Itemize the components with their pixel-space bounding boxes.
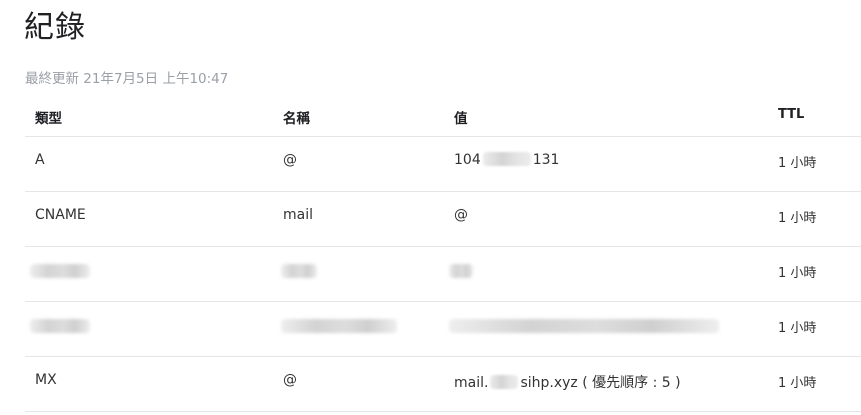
record-value: mail. sihp.xyz ( 優先順序 : 5 ) xyxy=(454,372,681,392)
redacted-blur xyxy=(490,375,519,389)
redacted-value xyxy=(449,264,473,278)
record-name: @ xyxy=(283,372,297,388)
redacted-type xyxy=(30,319,90,333)
table-row[interactable]: MX @ mail. sihp.xyz ( 優先順序 : 5 ) 1 小時 xyxy=(25,357,861,412)
column-header-value: 值 xyxy=(454,111,468,127)
record-value-prefix: mail. xyxy=(454,375,489,391)
table-row[interactable]: A @ 104 131 1 小時 xyxy=(25,137,861,192)
record-ttl: 1 小時 xyxy=(778,156,817,171)
redacted-name xyxy=(281,264,317,278)
column-header-ttl: TTL xyxy=(778,107,805,122)
redacted-name xyxy=(281,319,397,333)
redacted-type xyxy=(30,264,90,278)
record-ttl: 1 小時 xyxy=(778,211,817,226)
record-ttl: 1 小時 xyxy=(778,321,817,336)
table-header-row: 類型 名稱 值 TTL xyxy=(25,95,861,137)
record-value-suffix: sihp.xyz ( 優先順序 : 5 ) xyxy=(520,375,681,391)
column-header-type: 類型 xyxy=(35,111,62,127)
last-updated-text: 最終更新 21年7月5日 上午10:47 xyxy=(25,71,229,87)
record-type: A xyxy=(35,152,45,168)
record-value-prefix: 104 xyxy=(454,152,481,168)
table-row[interactable]: CNAME mail @ 1 小時 xyxy=(25,192,861,247)
redacted-value xyxy=(449,319,719,333)
record-value-suffix: 131 xyxy=(532,152,560,168)
record-value: 104 131 xyxy=(454,152,559,168)
column-header-name: 名稱 xyxy=(283,111,310,127)
record-name: mail xyxy=(283,207,313,223)
record-type: CNAME xyxy=(35,207,86,223)
record-ttl: 1 小時 xyxy=(778,376,817,391)
record-type: MX xyxy=(35,372,57,388)
redacted-blur xyxy=(482,152,531,166)
page-title: 紀錄 xyxy=(24,10,86,45)
table-row[interactable]: 1 小時 xyxy=(25,302,861,357)
dns-records-table: 類型 名稱 值 TTL A @ 104 131 1 小時 CNAME mail @… xyxy=(25,95,861,412)
record-ttl: 1 小時 xyxy=(778,266,817,281)
record-name: @ xyxy=(283,152,297,168)
record-value: @ xyxy=(454,207,468,223)
table-row[interactable]: 1 小時 xyxy=(25,247,861,302)
